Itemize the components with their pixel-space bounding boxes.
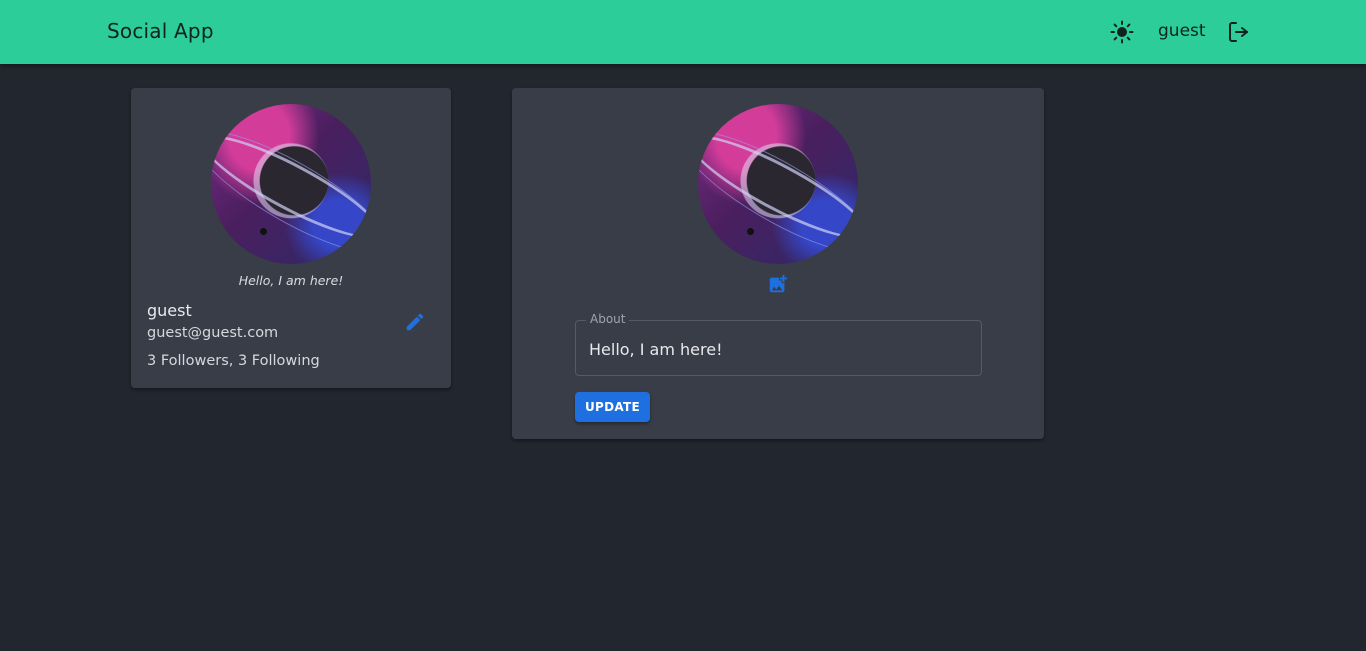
app-title[interactable]: Social App xyxy=(107,19,214,43)
sun-icon xyxy=(1110,20,1134,44)
profile-follow-summary: 3 Followers, 3 Following xyxy=(147,353,320,369)
theme-toggle-button[interactable] xyxy=(1108,18,1136,46)
profile-name: guest xyxy=(147,301,192,320)
edit-profile-card: About UPDATE xyxy=(512,88,1044,439)
about-field: About xyxy=(575,312,982,376)
update-button[interactable]: UPDATE xyxy=(575,392,651,422)
add-photo-icon xyxy=(769,274,788,293)
profile-avatar xyxy=(211,104,371,264)
header-username[interactable]: guest xyxy=(1158,21,1206,41)
app-bar: Social App guest xyxy=(0,0,1366,64)
profile-email: guest@guest.com xyxy=(147,325,279,341)
pencil-icon xyxy=(406,313,424,331)
logout-button[interactable] xyxy=(1226,19,1252,45)
upload-photo-button[interactable] xyxy=(766,272,790,296)
profile-bio: Hello, I am here! xyxy=(238,273,344,288)
edit-profile-button[interactable] xyxy=(403,310,427,334)
profile-card: Hello, I am here! guest guest@guest.com … xyxy=(131,88,451,388)
about-label: About xyxy=(586,312,630,326)
edit-avatar xyxy=(698,104,858,264)
logout-icon xyxy=(1229,22,1248,42)
about-input[interactable] xyxy=(589,338,969,360)
